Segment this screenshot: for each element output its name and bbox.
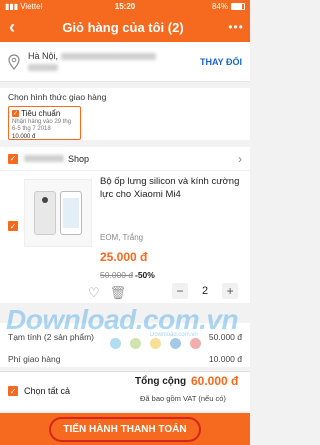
checkout-button[interactable]: TIẾN HÀNH THANH TOÁN <box>0 413 250 445</box>
watermark-dot <box>150 338 161 349</box>
item-checkbox[interactable]: ✓ <box>8 221 18 231</box>
quantity-stepper: − 2 + <box>172 283 239 299</box>
shipping-option-name-row: ✓ Tiêu chuẩn <box>12 109 77 118</box>
address-section[interactable]: Hà Nội, THAY ĐỔI <box>0 42 250 82</box>
total-area: ✓ Chọn tất cả Tổng cộng 60.000 đ Đã bao … <box>0 371 250 411</box>
vat-note: Đã bao gồm VAT (nếu có) <box>140 394 226 403</box>
address-text: Hà Nội, <box>28 51 200 73</box>
chevron-right-icon: › <box>238 151 242 166</box>
shipping-section: Chọn hình thức giao hàng ✓ Tiêu chuẩn Nh… <box>0 88 250 140</box>
phone-front-image <box>60 191 82 235</box>
shipping-option-name: Tiêu chuẩn <box>21 109 61 118</box>
product-thumbnail[interactable] <box>24 179 92 247</box>
phone-back-image <box>34 191 56 235</box>
watermark-dot <box>130 338 141 349</box>
shipping-option-desc: Nhận hàng vào 29 thg 6-5 thg 7 2018 <box>12 119 72 132</box>
address-city: Hà Nội, <box>28 50 59 61</box>
quantity-value[interactable]: 2 <box>202 285 208 297</box>
product-name[interactable]: Bộ ốp lưng silicon và kính cường lực cho… <box>100 175 242 201</box>
back-icon[interactable]: ‹ <box>0 12 24 42</box>
status-time: 15:20 <box>114 1 136 11</box>
decrease-button[interactable]: − <box>172 283 188 299</box>
selected-check-icon: ✓ <box>12 110 19 117</box>
change-address-button[interactable]: THAY ĐỔI <box>200 57 242 67</box>
shop-name-blurred <box>24 155 64 162</box>
watermark-dot <box>110 338 121 349</box>
watermark-logo: Download.com.vn <box>6 304 239 335</box>
shop-row[interactable]: ✓ Shop › <box>0 147 250 171</box>
select-all-checkbox[interactable]: ✓ <box>8 386 18 396</box>
heart-icon[interactable]: ♡ <box>88 285 100 301</box>
product-price: 25.000 đ <box>100 250 148 264</box>
shipping-option-card[interactable]: ✓ Tiêu chuẩn Nhận hàng vào 29 thg 6-5 th… <box>8 106 81 140</box>
page-title: Giỏ hàng của tôi (2) <box>62 19 184 35</box>
header: ‹ Giỏ hàng của tôi (2) ••• <box>0 12 250 42</box>
status-bar: ▮▮▮ Viettel 15:20 84% <box>0 0 250 12</box>
product-discount: -50% <box>135 270 155 280</box>
battery-fill <box>232 3 243 9</box>
shipping-fee-value: 10.000 đ <box>208 354 242 364</box>
shipping-fee-row: Phí giao hàng 10.000 đ <box>0 351 250 367</box>
increase-button[interactable]: + <box>222 283 239 299</box>
battery-icon <box>231 2 245 10</box>
shipping-option-fee: 10.000 đ <box>12 134 36 140</box>
shipping-fee-label: Phí giao hàng <box>8 354 61 364</box>
shipping-title: Chọn hình thức giao hàng <box>8 92 107 102</box>
watermark-dot <box>190 338 201 349</box>
product-variant: EOM, Trắng <box>100 233 144 242</box>
total-value: 60.000 đ <box>191 374 239 388</box>
select-all-label[interactable]: Chọn tất cả <box>24 386 70 396</box>
location-pin-icon <box>8 53 20 70</box>
cart-item: ✓ Bộ ốp lưng silicon và kính cường lực c… <box>0 171 250 303</box>
trash-icon[interactable]: 🗑 <box>110 285 127 301</box>
watermark-dots <box>110 338 201 349</box>
product-old-price: 50.000 đ <box>100 270 134 280</box>
address-blurred-line-2 <box>28 63 58 71</box>
more-icon[interactable]: ••• <box>222 12 250 42</box>
checkout-label: TIẾN HÀNH THANH TOÁN <box>49 416 201 442</box>
address-blurred-line-1 <box>60 52 156 60</box>
shop-label: Shop <box>68 153 90 164</box>
watermark-dot <box>170 338 181 349</box>
total-label: Tổng cộng <box>135 376 187 387</box>
item-actions: ♡ 🗑 <box>88 285 126 301</box>
shop-checkbox[interactable]: ✓ <box>8 153 18 164</box>
